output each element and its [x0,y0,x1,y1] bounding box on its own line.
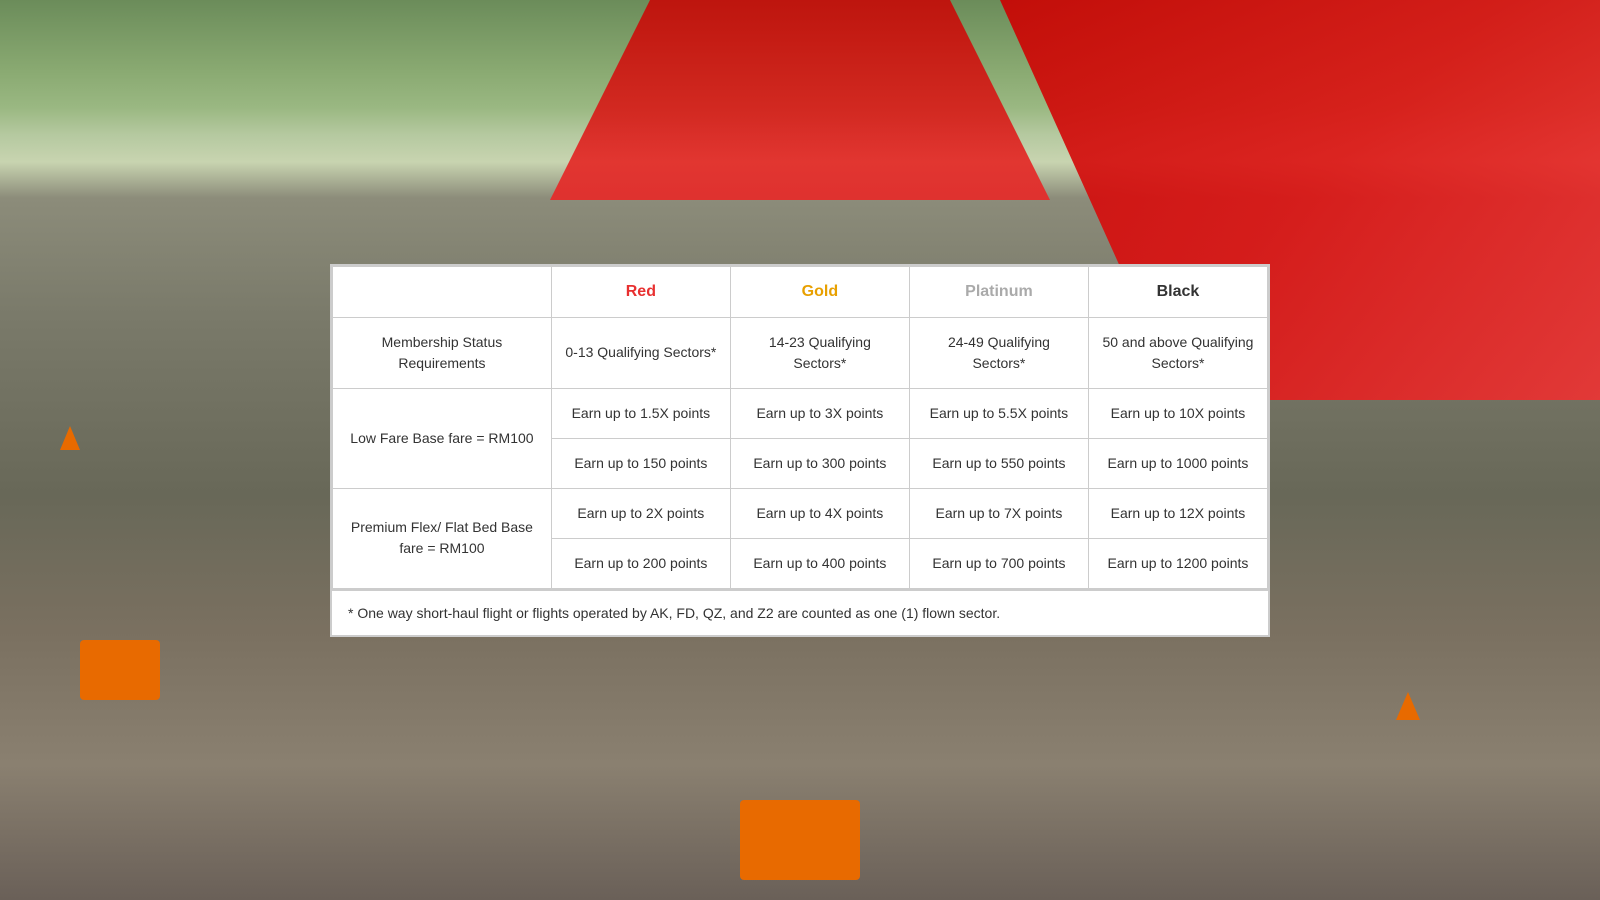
header-platinum: Platinum [909,266,1088,317]
footnote-container: * One way short-haul flight or flights o… [330,591,1270,637]
cell-membership-red: 0-13 Qualifying Sectors* [551,317,730,388]
cell-membership-platinum: 24-49 Qualifying Sectors* [909,317,1088,388]
cell-low-fare-black-multiplier: Earn up to 10X points [1088,388,1267,438]
info-table-container: Red Gold Platinum Black Membership S [330,264,1270,591]
cell-low-fare-platinum-multiplier: Earn up to 5.5X points [909,388,1088,438]
table-row-membership: Membership Status Requirements 0-13 Qual… [333,317,1268,388]
footnote-text: * One way short-haul flight or flights o… [348,605,1000,621]
cell-low-fare-red-multiplier: Earn up to 1.5X points [551,388,730,438]
cell-premium-red-multiplier: Earn up to 2X points [551,488,730,538]
cell-premium-black-multiplier: Earn up to 12X points [1088,488,1267,538]
cell-low-fare-gold-multiplier: Earn up to 3X points [730,388,909,438]
cell-premium-red-points: Earn up to 200 points [551,538,730,588]
membership-table: Red Gold Platinum Black Membership S [332,266,1268,589]
cell-low-fare-gold-points: Earn up to 300 points [730,438,909,488]
cell-membership-gold: 14-23 Qualifying Sectors* [730,317,909,388]
row-label-premium: Premium Flex/ Flat Bed Base fare = RM100 [333,488,552,588]
content-overlay: Red Gold Platinum Black Membership S [0,0,1600,900]
header-gold: Gold [730,266,909,317]
cell-low-fare-red-points: Earn up to 150 points [551,438,730,488]
header-empty-cell [333,266,552,317]
table-row-low-fare-multiplier: Low Fare Base fare = RM100 Earn up to 1.… [333,388,1268,438]
cell-premium-black-points: Earn up to 1200 points [1088,538,1267,588]
cell-premium-platinum-multiplier: Earn up to 7X points [909,488,1088,538]
row-label-membership: Membership Status Requirements [333,317,552,388]
cell-premium-platinum-points: Earn up to 700 points [909,538,1088,588]
cell-membership-black: 50 and above Qualifying Sectors* [1088,317,1267,388]
cell-low-fare-platinum-points: Earn up to 550 points [909,438,1088,488]
row-label-low-fare: Low Fare Base fare = RM100 [333,388,552,488]
header-red: Red [551,266,730,317]
cell-premium-gold-multiplier: Earn up to 4X points [730,488,909,538]
table-row-premium-multiplier: Premium Flex/ Flat Bed Base fare = RM100… [333,488,1268,538]
cell-low-fare-black-points: Earn up to 1000 points [1088,438,1267,488]
cell-premium-gold-points: Earn up to 400 points [730,538,909,588]
table-header-row: Red Gold Platinum Black [333,266,1268,317]
header-black: Black [1088,266,1267,317]
